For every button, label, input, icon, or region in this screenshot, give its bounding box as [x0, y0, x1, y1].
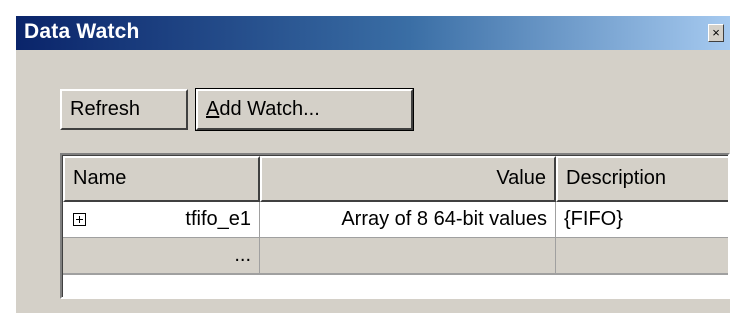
watch-grid[interactable]: Name Value Description tfifo_e1 Array of…	[60, 153, 730, 299]
add-watch-button[interactable]: Add Watch...	[195, 88, 414, 131]
column-header-description[interactable]: Description	[556, 156, 728, 202]
grid-body: Name Value Description tfifo_e1 Array of…	[62, 155, 728, 297]
row-1-value-cell[interactable]: Array of 8 64-bit values	[260, 202, 556, 238]
refresh-button[interactable]: Refresh	[60, 89, 188, 130]
expand-plus-icon[interactable]	[73, 213, 86, 226]
title-bar[interactable]: Data Watch ×	[16, 16, 730, 50]
window-title: Data Watch	[24, 20, 140, 43]
new-row-value-cell[interactable]	[260, 238, 556, 274]
close-button[interactable]: ×	[708, 24, 724, 42]
add-watch-label: dd Watch...	[219, 98, 320, 120]
data-watch-window: Data Watch × Refresh Add Watch... Name V…	[15, 15, 730, 313]
close-icon: ×	[712, 25, 720, 40]
row-1-name-cell[interactable]: tfifo_e1	[63, 202, 260, 238]
row-1-value: Array of 8 64-bit values	[341, 208, 547, 230]
new-row-name-cell[interactable]: ...	[63, 238, 260, 274]
new-row-name: ...	[234, 244, 251, 266]
row-1-description: {FIFO}	[564, 208, 623, 230]
new-row-description-cell[interactable]	[556, 238, 728, 274]
column-header-value[interactable]: Value	[260, 156, 556, 202]
row-1-description-cell[interactable]: {FIFO}	[556, 202, 728, 238]
add-watch-accelerator: A	[206, 98, 220, 120]
grid-bottom-line	[63, 274, 728, 275]
column-header-name[interactable]: Name	[63, 156, 260, 202]
refresh-button-label: Refresh	[70, 98, 141, 120]
row-1-name: tfifo_e1	[185, 208, 251, 230]
